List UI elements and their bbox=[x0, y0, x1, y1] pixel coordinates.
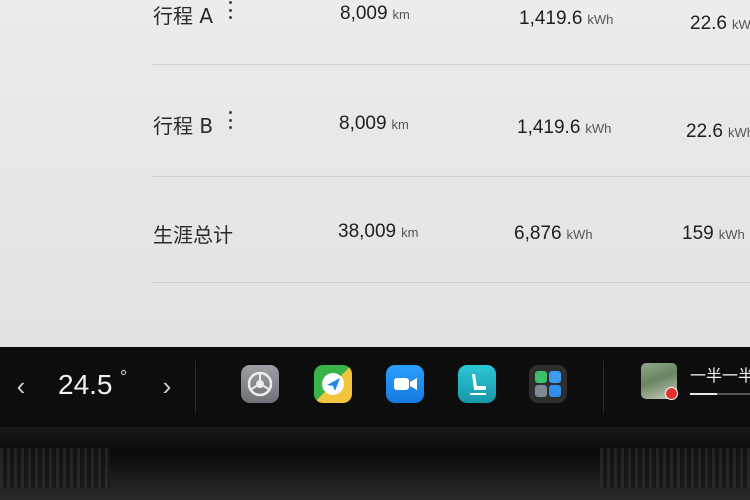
trip-b-distance: 8,009 km bbox=[339, 113, 409, 135]
seat-app-button[interactable] bbox=[458, 365, 496, 403]
settings-app-button[interactable] bbox=[241, 365, 279, 403]
lifetime-energy-value: 6,876 bbox=[514, 223, 562, 244]
lifetime-average-value: 159 bbox=[682, 223, 714, 244]
media-progress-fill bbox=[690, 393, 717, 395]
vent-grille bbox=[0, 448, 110, 488]
dock-divider bbox=[603, 361, 604, 413]
trip-b-energy-unit: kWh bbox=[585, 121, 612, 136]
temperature-increase-button[interactable]: › bbox=[156, 373, 178, 399]
row-divider bbox=[152, 64, 750, 65]
trip-a-energy-unit: kWh bbox=[587, 12, 614, 27]
media-progress-bar bbox=[690, 393, 750, 395]
trip-b-average: 22.6 kWh bbox=[686, 121, 750, 143]
trip-a-distance-unit: km bbox=[392, 7, 410, 22]
lifetime-distance-unit: km bbox=[401, 225, 419, 240]
vent-grille bbox=[600, 448, 750, 488]
settings-icon bbox=[247, 371, 273, 397]
temperature-unit: ° bbox=[120, 367, 128, 387]
trip-b-label: 行程 B bbox=[153, 114, 214, 138]
trip-a-energy: 1,419.6 kWh bbox=[519, 8, 613, 30]
temperature-decrease-button[interactable]: ‹ bbox=[10, 373, 32, 399]
app-launcher-button[interactable] bbox=[529, 365, 567, 403]
lifetime-energy: 6,876 kWh bbox=[514, 223, 593, 245]
navigation-icon bbox=[322, 373, 344, 395]
trip-b-energy: 1,419.6 kWh bbox=[517, 117, 611, 139]
app-grid-icon bbox=[535, 371, 561, 397]
lifetime-distance-value: 38,009 bbox=[338, 221, 397, 242]
navigation-app-button[interactable] bbox=[314, 365, 352, 403]
trip-a-menu-button[interactable] bbox=[229, 1, 233, 19]
trip-b-average-value: 22.6 bbox=[686, 121, 723, 142]
bottom-dock: ‹ 24.5 ° › 一半一半 bbox=[0, 347, 750, 427]
video-call-app-button[interactable] bbox=[386, 365, 424, 403]
trip-b-distance-unit: km bbox=[391, 117, 409, 132]
trip-stats-panel: 行程 A 8,009 km 1,419.6 kWh 22.6 kWh 行程 B 8,0… bbox=[0, 0, 750, 347]
media-title: 一半一半 bbox=[690, 366, 750, 385]
trip-b-average-unit: kWh bbox=[727, 125, 750, 140]
row-divider bbox=[152, 176, 750, 177]
lifetime-average-unit: kWh bbox=[718, 227, 745, 242]
trip-b-distance-value: 8,009 bbox=[339, 113, 387, 134]
trip-a-label: 行程 A bbox=[153, 4, 214, 28]
lifetime-average: 159 kWh bbox=[682, 223, 745, 245]
trip-a-distance: 8,009 km bbox=[340, 3, 410, 25]
lifetime-energy-unit: kWh bbox=[566, 227, 593, 242]
cabin-temperature: 24.5 bbox=[58, 369, 113, 400]
dock-divider bbox=[195, 361, 196, 413]
trip-a-energy-value: 1,419.6 bbox=[519, 8, 583, 29]
row-divider bbox=[152, 282, 750, 283]
seat-icon bbox=[470, 374, 486, 395]
video-camera-icon bbox=[394, 378, 417, 390]
trip-a-average: 22.6 kWh bbox=[690, 13, 750, 35]
lifetime-label: 生涯总计 bbox=[153, 223, 233, 247]
trip-b-energy-value: 1,419.6 bbox=[517, 117, 581, 138]
trip-a-average-value: 22.6 bbox=[690, 13, 727, 34]
trip-a-distance-value: 8,009 bbox=[340, 3, 388, 24]
trip-b-menu-button[interactable] bbox=[229, 111, 233, 129]
media-source-badge-icon bbox=[665, 387, 678, 400]
lifetime-distance: 38,009 km bbox=[338, 221, 418, 243]
trip-a-average-unit: kWh bbox=[731, 17, 750, 32]
